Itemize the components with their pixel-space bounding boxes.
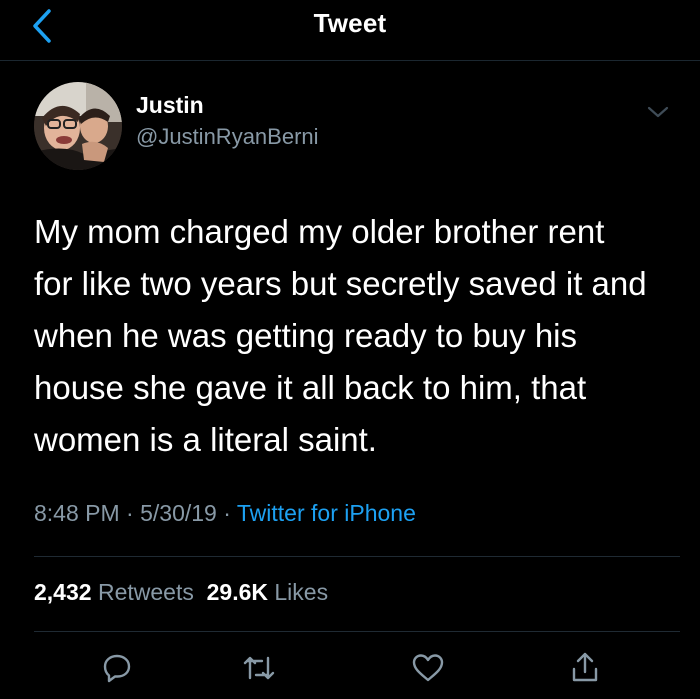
tweet-stats: 2,432 Retweets 29.6K Likes <box>34 579 328 606</box>
share-icon <box>572 652 598 682</box>
retweets-label: Retweets <box>97 579 194 605</box>
meta-separator: · <box>223 500 231 526</box>
likes-stat[interactable]: 29.6K Likes <box>207 579 328 605</box>
retweets-count: 2,432 <box>34 579 92 605</box>
retweet-button[interactable] <box>239 648 279 688</box>
tweet-line: when he was getting ready to buy his <box>34 317 578 354</box>
tweet-time: 8:48 PM <box>34 500 120 526</box>
avatar[interactable] <box>34 82 122 170</box>
more-options-button[interactable] <box>644 102 672 122</box>
tweet-source-link[interactable]: Twitter for iPhone <box>237 500 416 526</box>
avatar-photo <box>34 82 122 170</box>
tweet-line: house she gave it all back to him, that <box>34 369 587 406</box>
likes-count: 29.6K <box>206 579 268 605</box>
heart-icon <box>412 654 444 682</box>
chevron-down-icon <box>647 106 669 118</box>
meta-separator: · <box>126 500 134 526</box>
retweet-icon <box>243 656 275 680</box>
tweet-line: My mom charged my older brother rent <box>34 213 605 250</box>
tweet-line: women is a literal saint. <box>34 421 377 458</box>
page-title: Tweet <box>313 8 387 38</box>
tweet-date: 5/30/19 <box>140 500 217 526</box>
retweets-stat[interactable]: 2,432 Retweets <box>34 579 194 605</box>
top-bar: Tweet <box>0 0 700 61</box>
likes-label: Likes <box>274 579 329 605</box>
author-name[interactable]: Justin <box>136 92 204 119</box>
divider <box>34 631 680 632</box>
tweet-line: for like two years but secretly saved it… <box>34 265 647 302</box>
author-handle[interactable]: @JustinRyanBerni <box>136 124 319 150</box>
divider <box>34 556 680 557</box>
share-button[interactable] <box>565 648 605 688</box>
tweet-meta: 8:48 PM · 5/30/19 · Twitter for iPhone <box>34 500 416 527</box>
reply-button[interactable] <box>97 648 137 688</box>
reply-icon <box>103 654 131 683</box>
tweet-text: My mom charged my older brother rent for… <box>34 206 674 466</box>
like-button[interactable] <box>408 648 448 688</box>
